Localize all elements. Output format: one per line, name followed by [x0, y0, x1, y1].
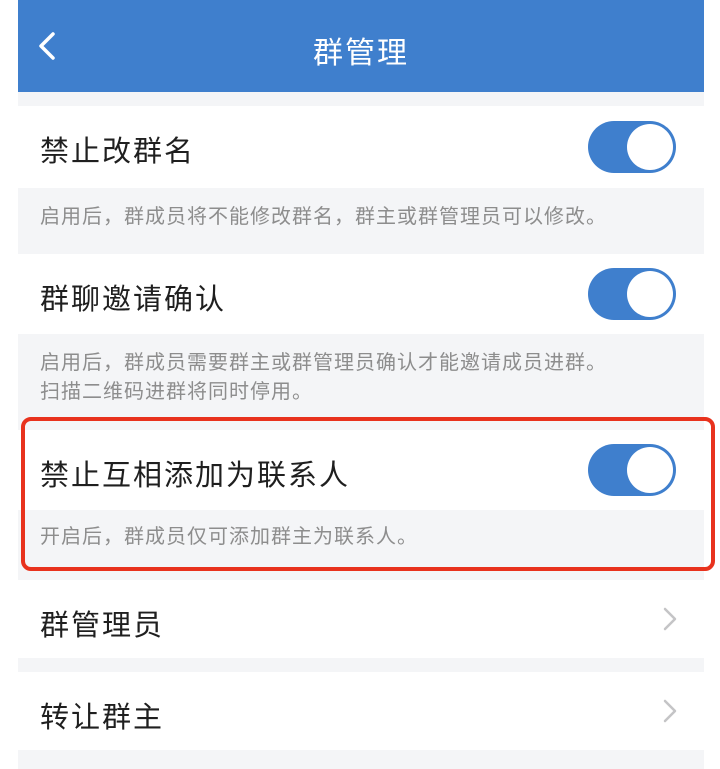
group-admins-row[interactable]: 群管理员 [18, 580, 704, 658]
page-title: 群管理 [313, 36, 409, 71]
transfer-owner-row[interactable]: 转让群主 [18, 672, 704, 750]
forbid-rename-toggle[interactable] [588, 121, 676, 173]
bottom-strip [18, 750, 704, 769]
invite-confirm-toggle[interactable] [588, 268, 676, 320]
navbar: 群管理 [18, 0, 704, 92]
setting-row-forbid-rename: 禁止改群名 [18, 106, 704, 188]
toggle-knob [627, 271, 673, 317]
setting-description-line-1: 启用后，群成员需要群主或群管理员确认才能邀请成员进群。 [40, 350, 607, 374]
link-label: 转让群主 [40, 700, 165, 734]
link-label: 群管理员 [40, 608, 165, 642]
highlight-annotation-box [21, 417, 715, 571]
toggle-knob [627, 124, 673, 170]
chevron-right-icon [663, 699, 677, 723]
setting-label: 禁止改群名 [40, 134, 196, 168]
setting-description-area: 启用后，群成员需要群主或群管理员确认才能邀请成员进群。 扫描二维码进群将同时停用… [18, 334, 704, 430]
setting-label: 群聊邀请确认 [40, 282, 227, 316]
setting-description: 启用后，群成员将不能修改群名，群主或群管理员可以修改。 [40, 204, 607, 228]
group-management-screen: 群管理 禁止改群名 启用后，群成员将不能修改群名，群主或群管理员可以修改。 群聊… [18, 0, 704, 769]
setting-description-line-2: 扫描二维码进群将同时停用。 [40, 379, 313, 403]
chevron-right-icon [663, 607, 677, 631]
setting-description-area: 启用后，群成员将不能修改群名，群主或群管理员可以修改。 [18, 188, 704, 254]
setting-row-invite-confirm: 群聊邀请确认 [18, 254, 704, 334]
